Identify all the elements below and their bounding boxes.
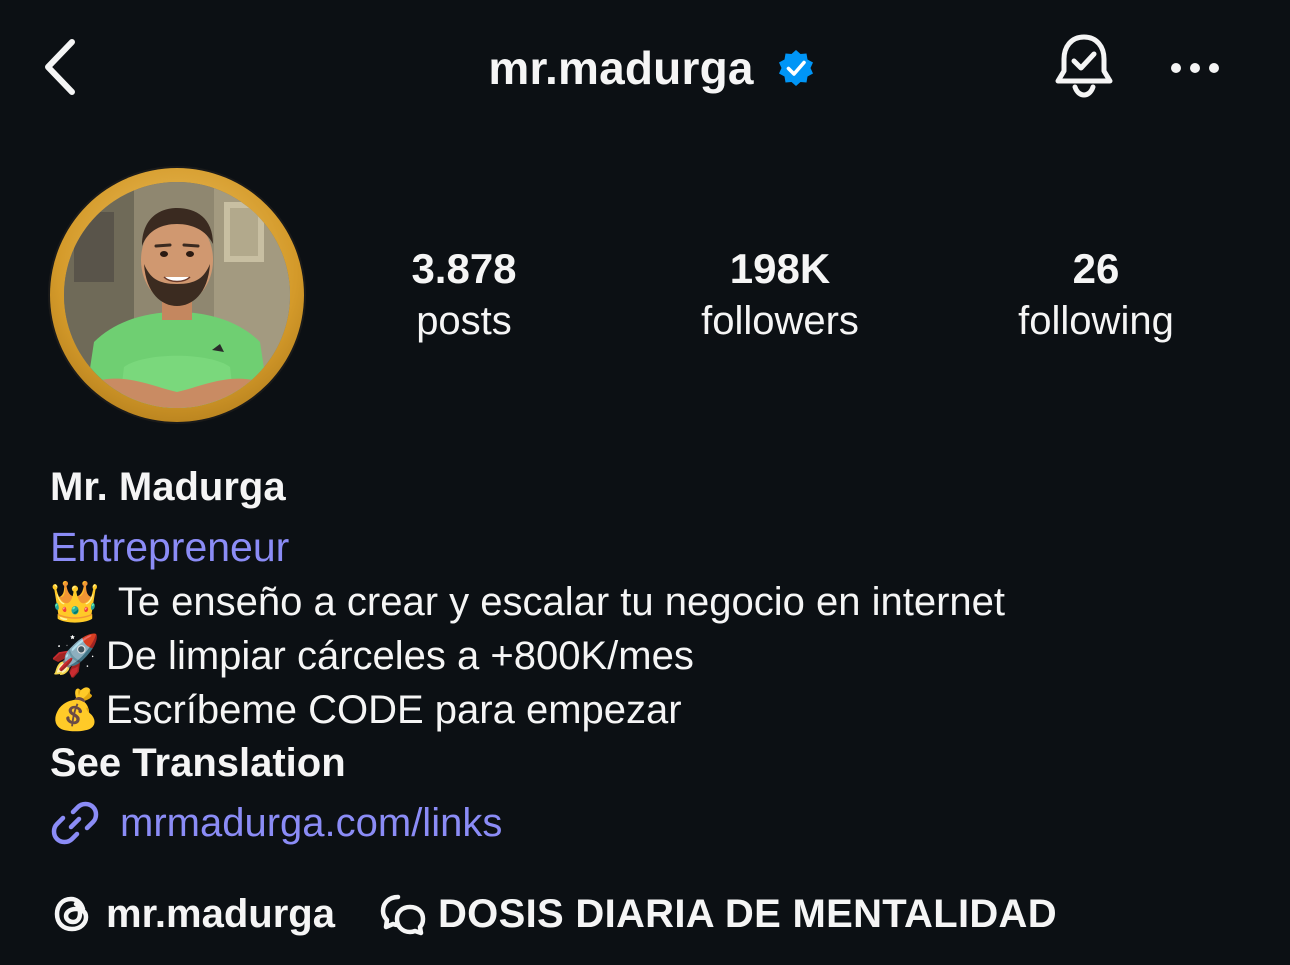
bio-line-1: 👑 Te enseño a crear y escalar tu negocio… bbox=[50, 576, 1005, 628]
threads-profile-chip[interactable]: mr.madurga bbox=[50, 886, 335, 942]
stat-followers-value: 198K bbox=[729, 245, 831, 292]
broadcast-channel-chip[interactable]: DOSIS DIARIA DE MENTALIDAD bbox=[378, 886, 1057, 942]
broadcast-channel-icon bbox=[380, 894, 426, 936]
broadcast-channel-name: DOSIS DIARIA DE MENTALIDAD bbox=[438, 891, 1057, 936]
more-dots-icon bbox=[1171, 63, 1219, 73]
threads-username: mr.madurga bbox=[106, 891, 335, 936]
stat-followers-label: followers bbox=[701, 299, 859, 343]
verified-badge-icon bbox=[776, 48, 816, 88]
stat-following[interactable]: 26 following bbox=[966, 242, 1226, 346]
avatar[interactable] bbox=[50, 168, 304, 422]
stat-posts-label: posts bbox=[416, 299, 512, 343]
bio-text-1: Te enseño a crear y escalar tu negocio e… bbox=[117, 580, 1006, 624]
notifications-button[interactable] bbox=[1046, 28, 1122, 104]
bio-line-2: 🚀 De limpiar cárceles a +800K/mes bbox=[50, 630, 694, 682]
see-translation-button[interactable]: See Translation bbox=[50, 737, 346, 789]
stat-followers[interactable]: 198K followers bbox=[650, 242, 910, 346]
profile-photo bbox=[64, 182, 290, 408]
category-label[interactable]: Entrepreneur bbox=[50, 522, 289, 572]
bio-text-2: De limpiar cárceles a +800K/mes bbox=[105, 634, 694, 678]
stat-following-value: 26 bbox=[1072, 245, 1120, 292]
bio-text-3: Escríbeme CODE para empezar bbox=[105, 688, 682, 732]
stat-posts[interactable]: 3.878 posts bbox=[334, 242, 594, 346]
bell-check-icon bbox=[1055, 34, 1113, 98]
crown-icon: 👑 bbox=[50, 579, 100, 625]
website-link[interactable]: mrmadurga.com/links bbox=[50, 795, 502, 851]
display-name: Mr. Madurga bbox=[50, 465, 286, 509]
stat-following-label: following bbox=[1018, 299, 1174, 343]
link-icon bbox=[51, 801, 99, 845]
money-bag-icon: 💰 bbox=[50, 687, 100, 733]
website-link-text: mrmadurga.com/links bbox=[120, 800, 503, 845]
threads-icon bbox=[54, 896, 89, 932]
username-title: mr.madurga bbox=[488, 42, 754, 94]
bio-line-3: 💰 Escríbeme CODE para empezar bbox=[50, 684, 682, 736]
more-options-button[interactable] bbox=[1160, 40, 1230, 96]
rocket-icon: 🚀 bbox=[50, 633, 100, 679]
stat-posts-value: 3.878 bbox=[411, 245, 517, 292]
